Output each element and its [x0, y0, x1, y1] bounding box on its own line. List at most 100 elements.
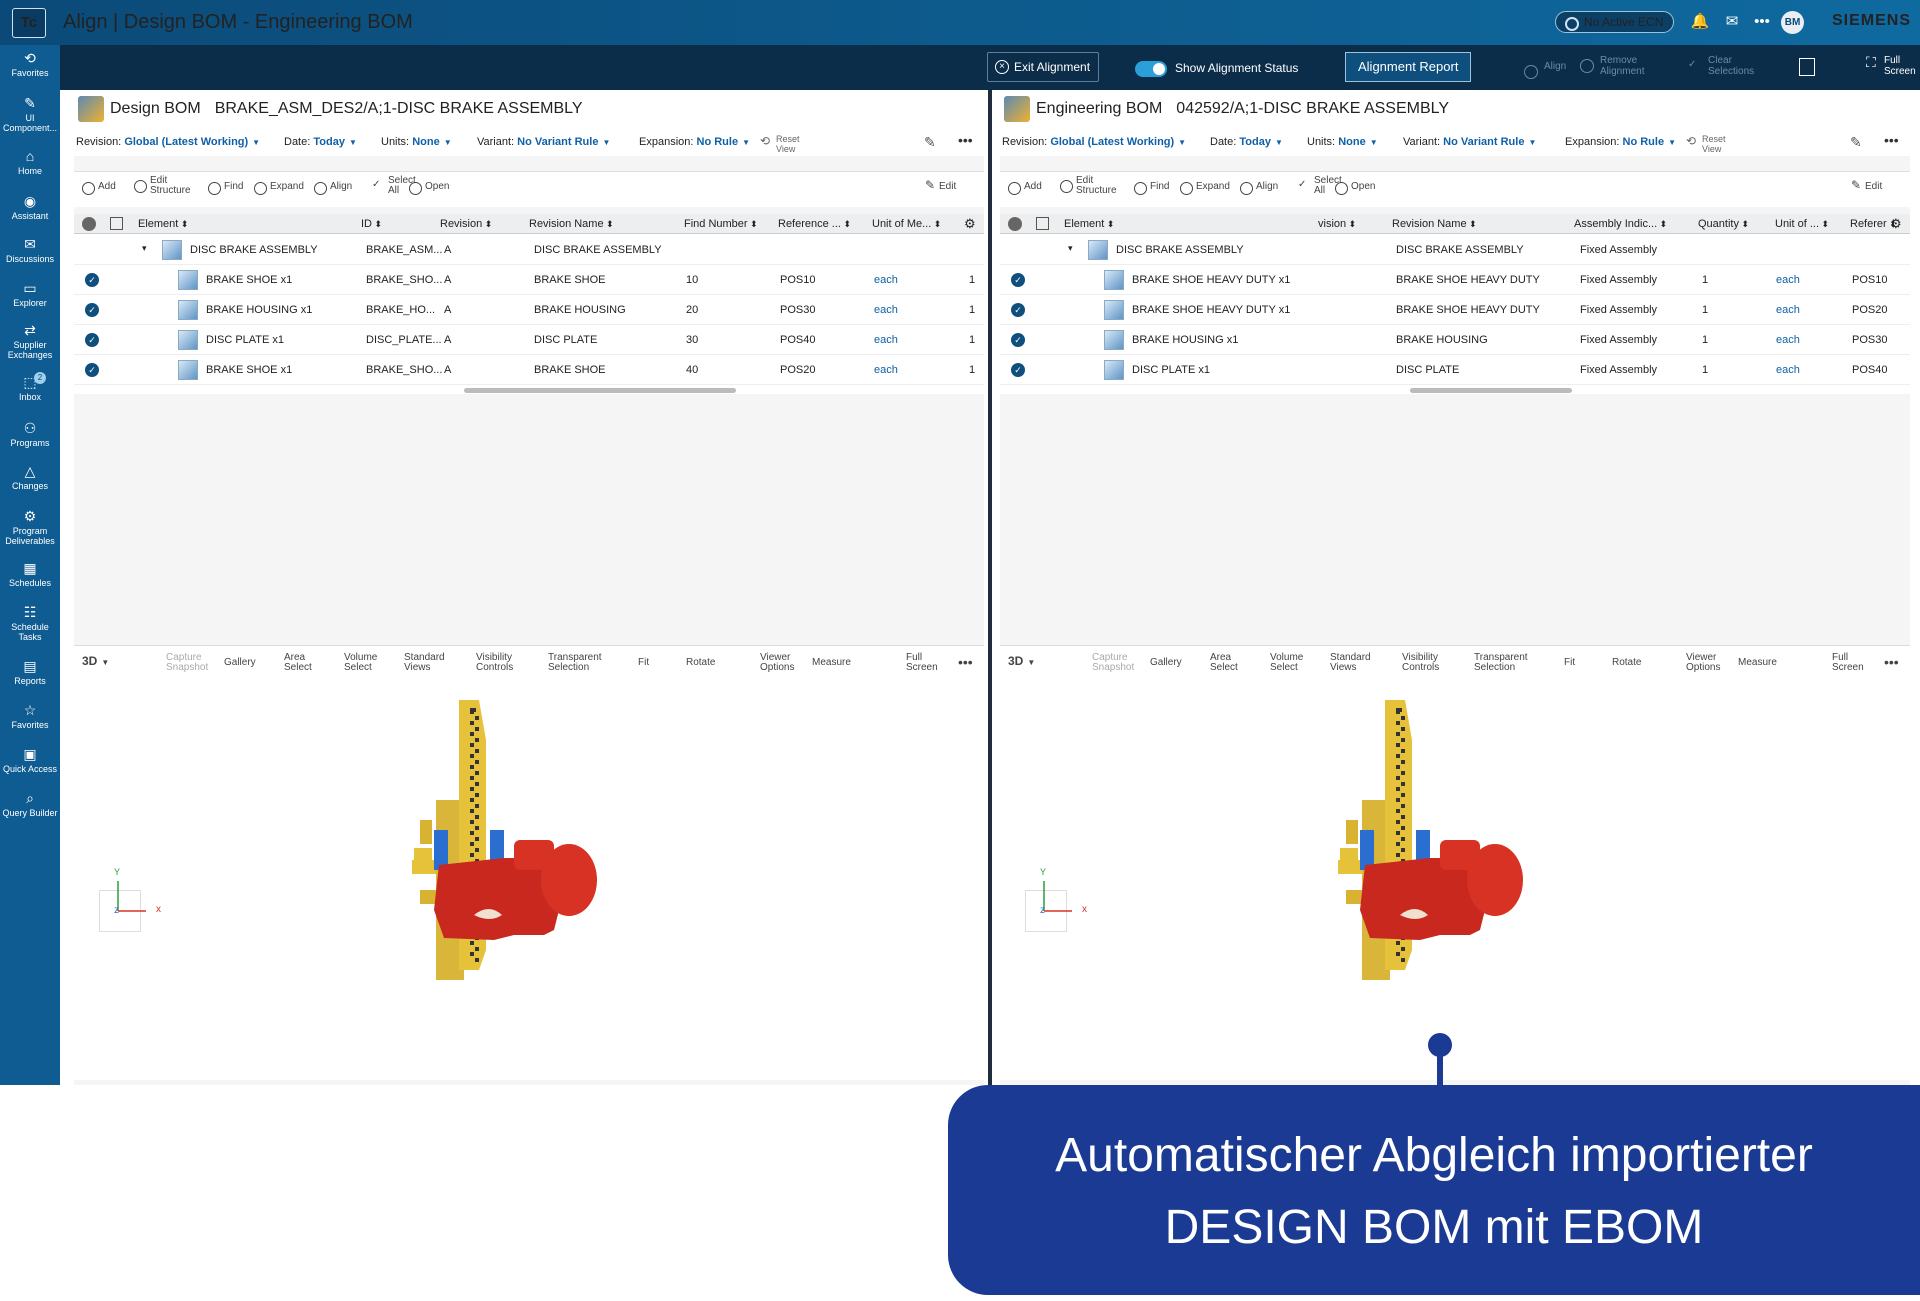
right-table-row[interactable]: ✓BRAKE SHOE HEAVY DUTY x1BRAKE SHOE HEAV… [1000, 295, 1910, 325]
right-fit-button[interactable]: Fit [1564, 658, 1575, 668]
right-edit-structure-button[interactable]: EditStructure [1076, 176, 1117, 196]
left-reset-view-button[interactable]: ResetView [760, 134, 800, 154]
right-variant-rule[interactable]: Variant: No Variant Rule▼ [1403, 136, 1536, 148]
sidebar-item-home[interactable]: ⌂Home [0, 148, 60, 176]
left-aligned-check-icon[interactable]: ✓ [85, 333, 99, 347]
left-units-rule[interactable]: Units: None▼ [381, 136, 452, 148]
right-settings-gear-icon[interactable]: ⚙ [1890, 216, 1902, 232]
left-row-unit[interactable]: each [874, 274, 898, 286]
left-full-button[interactable]: FullScreen [906, 653, 938, 673]
left-viewer-more-icon[interactable]: ••• [958, 654, 973, 670]
left-paint-icon[interactable]: ✎ [924, 134, 936, 151]
right-row-unit[interactable]: each [1776, 304, 1800, 316]
right-expand-button[interactable]: Expand [1196, 182, 1230, 192]
right-horizontal-scrollbar[interactable] [1410, 388, 1572, 393]
sidebar-item-changes[interactable]: △Changes [0, 463, 60, 491]
right-select-all-button[interactable]: ✓SelectAll [1314, 176, 1342, 196]
right-expansion-rule[interactable]: Expansion: No Rule▼ [1565, 136, 1676, 148]
sidebar-item-inbox[interactable]: ⬚Inbox2 [0, 374, 60, 402]
right-aligned-check-icon[interactable]: ✓ [1011, 273, 1025, 287]
right-table-row[interactable]: ✓BRAKE SHOE HEAVY DUTY x1BRAKE SHOE HEAV… [1000, 265, 1910, 295]
left-edit-button[interactable]: ✎Edit [939, 182, 956, 192]
right-row-unit[interactable]: each [1776, 334, 1800, 346]
left-rotate-button[interactable]: Rotate [686, 658, 715, 668]
toggle-switch[interactable] [1135, 61, 1167, 77]
left-capture-button[interactable]: CaptureSnapshot [166, 653, 208, 673]
sidebar-item-quick-access[interactable]: ▣Quick Access [0, 746, 60, 774]
left-column-0[interactable]: Element [138, 218, 188, 230]
right-visibility-button[interactable]: VisibilityControls [1402, 653, 1439, 673]
left-gallery-button[interactable]: Gallery [224, 658, 256, 668]
left-aligned-check-icon[interactable]: ✓ [85, 303, 99, 317]
left-align-button[interactable]: Align [330, 182, 352, 192]
left-expansion-rule[interactable]: Expansion: No Rule▼ [639, 136, 750, 148]
panel-divider[interactable] [988, 90, 992, 1085]
left-column-1[interactable]: ID [361, 218, 382, 230]
left-volume-button[interactable]: VolumeSelect [344, 653, 377, 673]
left-area-button[interactable]: AreaSelect [284, 653, 312, 673]
right-capture-button[interactable]: CaptureSnapshot [1092, 653, 1134, 673]
left-table-row[interactable]: ✓BRAKE SHOE x1BRAKE_SHO...ABRAKE SHOE40P… [74, 355, 984, 385]
right-align-button[interactable]: Align [1256, 182, 1278, 192]
full-screen-command[interactable]: ⛶FullScreen [1866, 55, 1916, 77]
sidebar-item-schedules[interactable]: ▦Schedules [0, 560, 60, 588]
sidebar-item-programs[interactable]: ⚇Programs [0, 420, 60, 448]
left-open-button[interactable]: Open [425, 182, 449, 192]
right-select-all-checkbox[interactable] [1008, 217, 1022, 231]
left-find-button[interactable]: Find [224, 182, 243, 192]
right-root-row[interactable]: ▾DISC BRAKE ASSEMBLYDISC BRAKE ASSEMBLYF… [1000, 235, 1910, 265]
right-row-unit[interactable]: each [1776, 274, 1800, 286]
right-column-1[interactable]: vision [1318, 218, 1356, 230]
avatar[interactable]: BM [1781, 11, 1804, 34]
left-fit-button[interactable]: Fit [638, 658, 649, 668]
right-paint-icon[interactable]: ✎ [1850, 134, 1862, 151]
align-command[interactable]: Align [1524, 61, 1566, 72]
right-aligned-check-icon[interactable]: ✓ [1011, 303, 1025, 317]
left-table-row[interactable]: ✓BRAKE SHOE x1BRAKE_SHO...ABRAKE SHOE10P… [74, 265, 984, 295]
bell-icon[interactable]: 🔔 [1690, 12, 1710, 32]
right-rotate-button[interactable]: Rotate [1612, 658, 1641, 668]
right-find-button[interactable]: Find [1150, 182, 1169, 192]
feedback-icon[interactable]: ✉ [1722, 12, 1742, 32]
right-more-icon[interactable]: ••• [1884, 132, 1899, 148]
left-row-unit[interactable]: each [874, 334, 898, 346]
sidebar-item-ui-component-[interactable]: ✎UIComponent... [0, 95, 60, 133]
left-settings-gear-icon[interactable]: ⚙ [964, 216, 976, 232]
right-transparent-button[interactable]: TransparentSelection [1474, 653, 1528, 673]
left-revision-rule[interactable]: Revision: Global (Latest Working)▼ [76, 136, 260, 148]
left-horizontal-scrollbar[interactable] [464, 388, 736, 393]
right-viewer-more-icon[interactable]: ••• [1884, 654, 1899, 670]
more-icon[interactable]: ••• [1752, 12, 1772, 32]
right-brake-model[interactable] [1000, 680, 1910, 1080]
right-column-4[interactable]: Quantity [1698, 218, 1749, 230]
left-column-5[interactable]: Reference ... [778, 218, 851, 230]
left-select-all-checkbox[interactable] [82, 217, 96, 231]
left-expand-button[interactable]: Expand [270, 182, 304, 192]
clear-selections-command[interactable]: ✓ClearSelections [1688, 55, 1754, 77]
right-volume-button[interactable]: VolumeSelect [1270, 653, 1303, 673]
left-collapse-icon[interactable]: ▾ [142, 243, 147, 254]
sidebar-item-explorer[interactable]: ▭Explorer [0, 280, 60, 308]
left-table-row[interactable]: ✓BRAKE HOUSING x1BRAKE_HO...ABRAKE HOUSI… [74, 295, 984, 325]
sidebar-item-favorites[interactable]: ☆Favorites [0, 702, 60, 730]
left-date-rule[interactable]: Date: Today▼ [284, 136, 357, 148]
left-visibility-button[interactable]: VisibilityControls [476, 653, 513, 673]
right-reset-view-button[interactable]: ResetView [1686, 134, 1726, 154]
sidebar-item-reports[interactable]: ▤Reports [0, 658, 60, 686]
right-edit-button[interactable]: ✎Edit [1865, 182, 1882, 192]
left-column-2[interactable]: Revision [440, 218, 492, 230]
right-column-2[interactable]: Revision Name [1392, 218, 1477, 230]
left-3d-viewport[interactable]: Yxz [74, 680, 984, 1080]
left-aligned-check-icon[interactable]: ✓ [85, 363, 99, 377]
right-column-5[interactable]: Unit of ... [1775, 218, 1829, 230]
sidebar-item-supplier-exchanges[interactable]: ⇄SupplierExchanges [0, 322, 60, 360]
active-ecn-badge[interactable]: No Active ECN [1555, 11, 1674, 33]
right-full-button[interactable]: FullScreen [1832, 653, 1864, 673]
right-column-3[interactable]: Assembly Indic... [1574, 218, 1667, 230]
left-more-icon[interactable]: ••• [958, 132, 973, 148]
left-column-chooser-icon[interactable] [110, 217, 123, 230]
show-alignment-status-toggle[interactable]: Show Alignment Status [1135, 58, 1298, 78]
left-variant-rule[interactable]: Variant: No Variant Rule▼ [477, 136, 610, 148]
sidebar-item-favorites[interactable]: ⟲Favorites [0, 50, 60, 78]
right-area-button[interactable]: AreaSelect [1210, 653, 1238, 673]
